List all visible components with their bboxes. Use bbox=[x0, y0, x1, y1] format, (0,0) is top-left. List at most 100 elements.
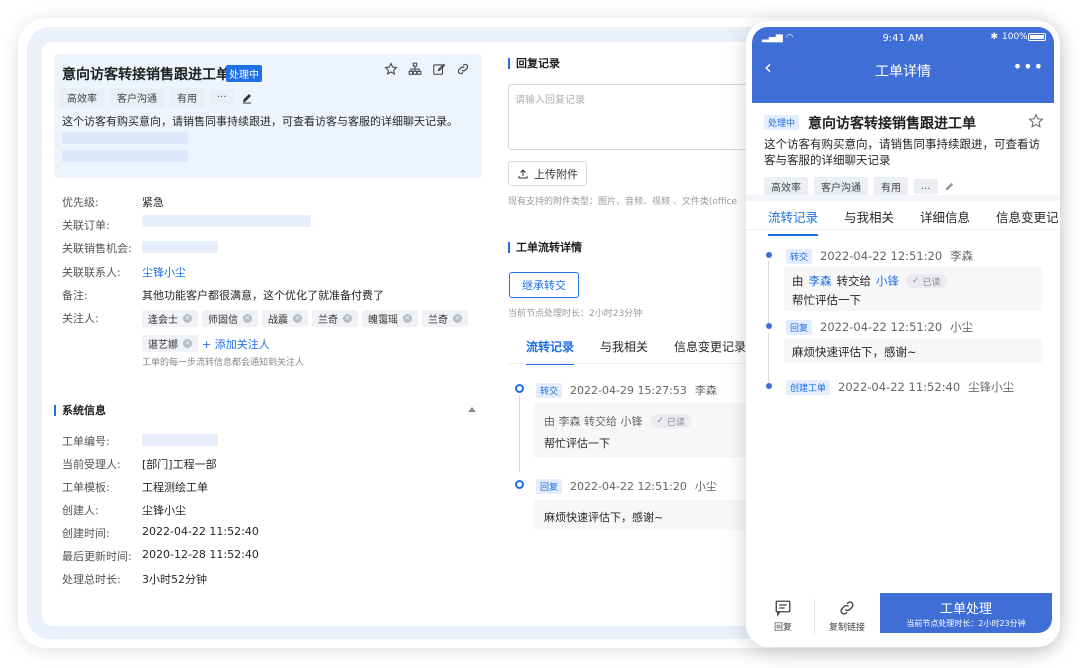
remove-icon[interactable]: × bbox=[403, 314, 412, 323]
entry-user: 李森 bbox=[950, 249, 974, 263]
creator-value: 尘锋小尘 bbox=[142, 504, 186, 517]
remove-icon[interactable]: × bbox=[293, 314, 302, 323]
placeholder-bar bbox=[62, 132, 188, 144]
attendee-chip: 魄霭瑶 × bbox=[362, 310, 418, 327]
tab-change-log[interactable]: 信息变更记录 bbox=[674, 338, 746, 365]
mobile-header: ▂▄▆ ◠ 9:41 AM ✱ 100% ‹ 工单详情 ••• bbox=[752, 27, 1054, 103]
tab-related-to-me[interactable]: 与我相关 bbox=[844, 207, 894, 236]
timeline-line bbox=[768, 261, 769, 323]
assignee-value: [部门]工程一部 bbox=[142, 458, 217, 471]
timeline-entry-header: 回复 2022-04-22 12:51:20 小尘 bbox=[536, 478, 717, 494]
divider bbox=[508, 363, 782, 364]
opportunity-placeholder[interactable] bbox=[142, 241, 218, 253]
read-label: 已读 bbox=[922, 277, 941, 288]
updated-value: 2020-12-28 11:52:40 bbox=[142, 548, 259, 561]
remove-icon[interactable]: × bbox=[183, 314, 192, 323]
field-label: 关联联系人: bbox=[62, 266, 121, 279]
entry-user: 小尘 bbox=[694, 480, 717, 493]
pencil-icon[interactable] bbox=[240, 91, 254, 105]
tab-flow-record[interactable]: 流转记录 bbox=[768, 207, 819, 236]
entry-time: 2022-04-22 12:51:20 bbox=[570, 479, 687, 493]
more-icon[interactable]: ••• bbox=[1013, 57, 1044, 76]
timeline-line bbox=[519, 396, 520, 472]
entry-note: 麻烦快速评估下，感谢~ bbox=[544, 511, 664, 524]
read-badge: ✓ 已读 bbox=[650, 414, 692, 428]
reply-label: 回复 bbox=[773, 623, 792, 633]
desktop-ticket-card: 意向访客转接销售跟进工单 处理中 高效率 客户沟通 有用 ··· 这个访客有购买… bbox=[42, 42, 782, 626]
star-icon[interactable] bbox=[384, 62, 398, 76]
entry-note: 帮忙评估一下 bbox=[792, 293, 861, 307]
inherit-transfer-button[interactable]: 继承转交 bbox=[509, 272, 579, 298]
tab-change-log[interactable]: 信息变更记 bbox=[996, 207, 1059, 236]
remove-icon[interactable]: × bbox=[453, 314, 462, 323]
contact-link[interactable]: 尘锋小尘 bbox=[142, 264, 186, 280]
timeline-entry-content: 由 李森 转交给 小锋 ✓ 已读 帮忙评估一下 bbox=[784, 267, 1042, 311]
timeline-dot bbox=[515, 384, 524, 393]
entry-time: 2022-04-22 11:52:40 bbox=[838, 380, 961, 394]
field-label: 工单模板: bbox=[62, 481, 110, 494]
attendee-name: 谌艺娜 bbox=[148, 340, 178, 351]
status-badge: 处理中 bbox=[226, 65, 262, 82]
entry-type-badge: 转交 bbox=[786, 248, 813, 264]
process-ticket-button[interactable]: 工单处理 当前节点处理时长：2小时23分钟 bbox=[880, 593, 1052, 633]
reply-button[interactable]: 回复 bbox=[754, 599, 812, 633]
mobile-tabs: 流转记录 与我相关 详细信息 信息变更记 bbox=[768, 207, 1060, 236]
mobile-ticket-title: 意向访客转接销售跟进工单 bbox=[808, 116, 976, 132]
entry-type-badge: 创建工单 bbox=[786, 379, 831, 395]
tag: 高效率 bbox=[764, 177, 808, 196]
link-icon[interactable] bbox=[456, 62, 470, 76]
attendee-chip: 兰奇 × bbox=[312, 310, 358, 327]
attendee-chip: 逢会士 × bbox=[142, 310, 198, 327]
tag: 有用 bbox=[874, 177, 908, 196]
battery-percent: 100% bbox=[1002, 32, 1028, 42]
field-label: 最后更新时间: bbox=[62, 550, 132, 563]
attendee-name: 战震 bbox=[268, 315, 288, 326]
from-user-link[interactable]: 李森 bbox=[809, 273, 832, 289]
copy-link-button[interactable]: 复制链接 bbox=[818, 599, 876, 633]
transfer-verb: 转交给 bbox=[836, 274, 872, 288]
attendee-name: 师固信 bbox=[208, 315, 238, 326]
timeline-entry-header: 转交 2022-04-29 15:27:53 李森 bbox=[536, 382, 717, 398]
mobile-bottom-bar: 回复 复制链接 工单处理 当前节点处理时长：2小时23分钟 bbox=[746, 591, 1060, 647]
org-chart-icon[interactable] bbox=[408, 62, 422, 76]
node-duration: 当前节点处理时长：2小时23分钟 bbox=[508, 309, 643, 319]
field-label: 创建人: bbox=[62, 504, 99, 517]
read-label: 已读 bbox=[667, 417, 686, 428]
primary-label: 工单处理 bbox=[939, 602, 992, 617]
entry-note: 帮忙评估一下 bbox=[544, 437, 610, 450]
timeline-entry-content: 麻烦快速评估下，感谢~ bbox=[784, 339, 1042, 363]
entry-note: 麻烦快速评估下，感谢~ bbox=[792, 345, 917, 359]
flow-section-title: 工单流转详情 bbox=[508, 242, 582, 253]
ticket-header: 意向访客转接销售跟进工单 处理中 高效率 客户沟通 有用 ··· 这个访客有购买… bbox=[54, 54, 482, 178]
reply-textarea[interactable]: 请输入回复记录 bbox=[508, 84, 782, 150]
transfer-line: 由 李森 转交给 小锋 ✓ 已读 bbox=[544, 413, 692, 429]
pencil-icon[interactable] bbox=[944, 181, 955, 192]
edit-icon[interactable] bbox=[432, 62, 446, 76]
reply-section-title: 回复记录 bbox=[508, 58, 560, 69]
upload-attachment-button[interactable]: 上传附件 bbox=[508, 161, 587, 186]
status-right: ✱ 100% bbox=[990, 32, 1046, 42]
collapse-icon[interactable] bbox=[468, 407, 476, 412]
tab-flow-record[interactable]: 流转记录 bbox=[526, 338, 575, 365]
ticket-title: 意向访客转接销售跟进工单 bbox=[62, 67, 230, 83]
tag: 高效率 bbox=[60, 88, 104, 107]
upload-hint: 现有支持的附件类型：图片、音频、视频 、文件类(office bbox=[508, 197, 738, 207]
star-icon[interactable] bbox=[1028, 113, 1044, 133]
attendee-chip: 师固信 × bbox=[202, 310, 258, 327]
attendee-chip: 兰奇 × bbox=[422, 310, 468, 327]
remove-icon[interactable]: × bbox=[243, 314, 252, 323]
to-user-link[interactable]: 小锋 bbox=[876, 273, 899, 289]
remove-icon[interactable]: × bbox=[343, 314, 352, 323]
tab-related-to-me[interactable]: 与我相关 bbox=[600, 338, 648, 365]
tab-details[interactable]: 详细信息 bbox=[920, 207, 970, 236]
field-label: 关注人: bbox=[62, 312, 99, 325]
more-tags[interactable]: ··· bbox=[210, 90, 234, 105]
entry-type-badge: 转交 bbox=[536, 382, 563, 398]
remove-icon[interactable]: × bbox=[183, 339, 192, 348]
priority-value: 紧急 bbox=[142, 196, 164, 209]
battery-icon bbox=[1028, 33, 1046, 41]
entry-time: 2022-04-22 12:51:20 bbox=[820, 249, 943, 263]
add-attendee-button[interactable]: + 添加关注人 bbox=[202, 336, 270, 353]
order-placeholder[interactable] bbox=[142, 215, 311, 227]
more-tags[interactable]: ... bbox=[914, 179, 938, 194]
